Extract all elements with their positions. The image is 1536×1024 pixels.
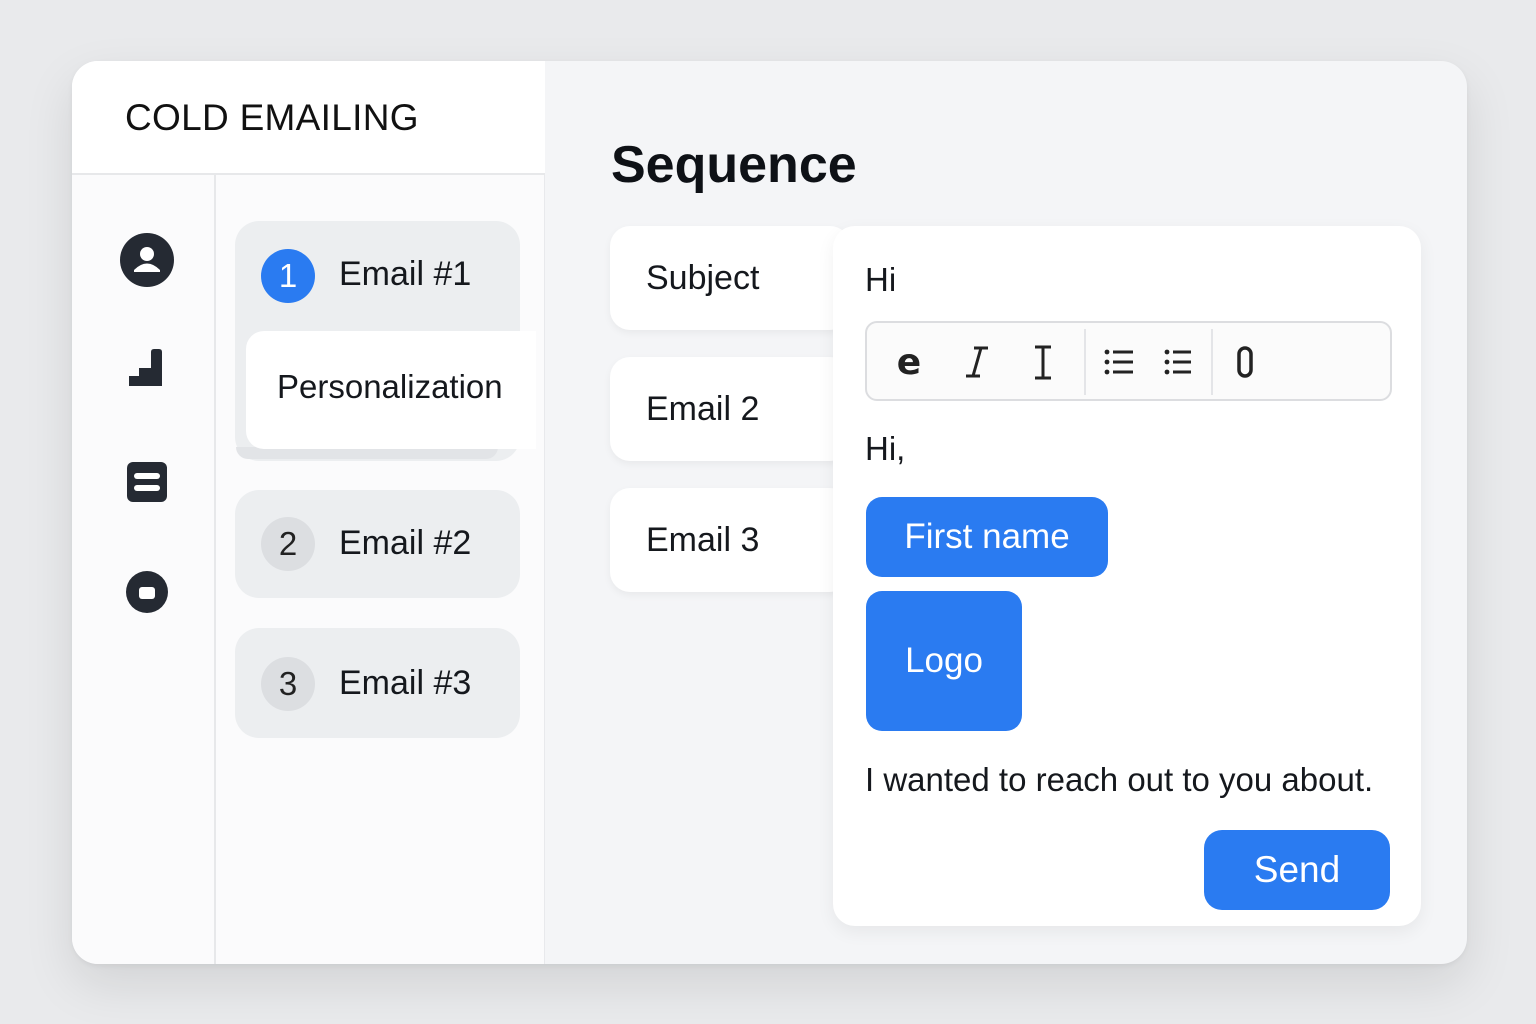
step-number-1: 1 — [261, 249, 315, 303]
page-title: Sequence — [611, 136, 857, 194]
user-icon[interactable] — [120, 233, 174, 287]
send-button[interactable]: Send — [1204, 830, 1390, 910]
tab-email-3[interactable]: Email 3 — [610, 488, 850, 592]
tab-email-3-label: Email 3 — [646, 521, 760, 559]
step-label-2: Email #2 — [339, 524, 472, 562]
step-email-2[interactable]: 2 Email #2 — [235, 490, 520, 598]
app-title: COLD EMAILING — [125, 97, 419, 138]
first-name-tag[interactable]: First name — [866, 497, 1108, 577]
list-icon[interactable] — [1159, 339, 1199, 385]
step-label-3: Email #3 — [339, 664, 472, 702]
sidebar: COLD EMAILING 1 Email #1 Personalization… — [72, 61, 545, 964]
logo-tag[interactable]: Logo — [866, 591, 1022, 731]
subject-field[interactable]: Hi — [865, 261, 896, 299]
toolbar-separator — [1211, 329, 1213, 395]
substep-label: Personalization — [277, 368, 503, 405]
toolbar-separator — [1084, 329, 1086, 395]
brand-header: COLD EMAILING — [72, 61, 545, 175]
stop-icon[interactable] — [120, 565, 174, 619]
format-toolbar: e — [865, 321, 1392, 401]
step-number-3: 3 — [261, 657, 315, 711]
greeting-text: Hi, — [865, 430, 906, 467]
italic-icon[interactable] — [957, 339, 997, 385]
email-editor: Hi e Hi, First name Logo I wanted to rea… — [833, 226, 1421, 926]
bulleted-list-icon[interactable] — [1099, 339, 1139, 385]
text-cursor-icon[interactable] — [1023, 339, 1063, 385]
bold-icon[interactable]: e — [889, 339, 929, 385]
step-email-3[interactable]: 3 Email #3 — [235, 628, 520, 738]
svg-text:e: e — [897, 342, 921, 382]
code-icon[interactable] — [1227, 339, 1263, 385]
tab-email-2[interactable]: Email 2 — [610, 357, 850, 461]
step-number-2: 2 — [261, 517, 315, 571]
tab-subject[interactable]: Subject — [610, 226, 850, 330]
document-icon[interactable] — [120, 455, 174, 509]
tab-subject-label: Subject — [646, 259, 760, 297]
rail-divider — [214, 175, 216, 964]
substep-personalization[interactable]: Personalization — [246, 331, 536, 449]
tab-email-2-label: Email 2 — [646, 390, 760, 428]
step-label-1: Email #1 — [339, 255, 472, 293]
chart-icon[interactable] — [120, 341, 174, 395]
email-body-text: I wanted to reach out to you about. — [865, 761, 1374, 798]
app-window: COLD EMAILING 1 Email #1 Personalization… — [72, 61, 1467, 964]
